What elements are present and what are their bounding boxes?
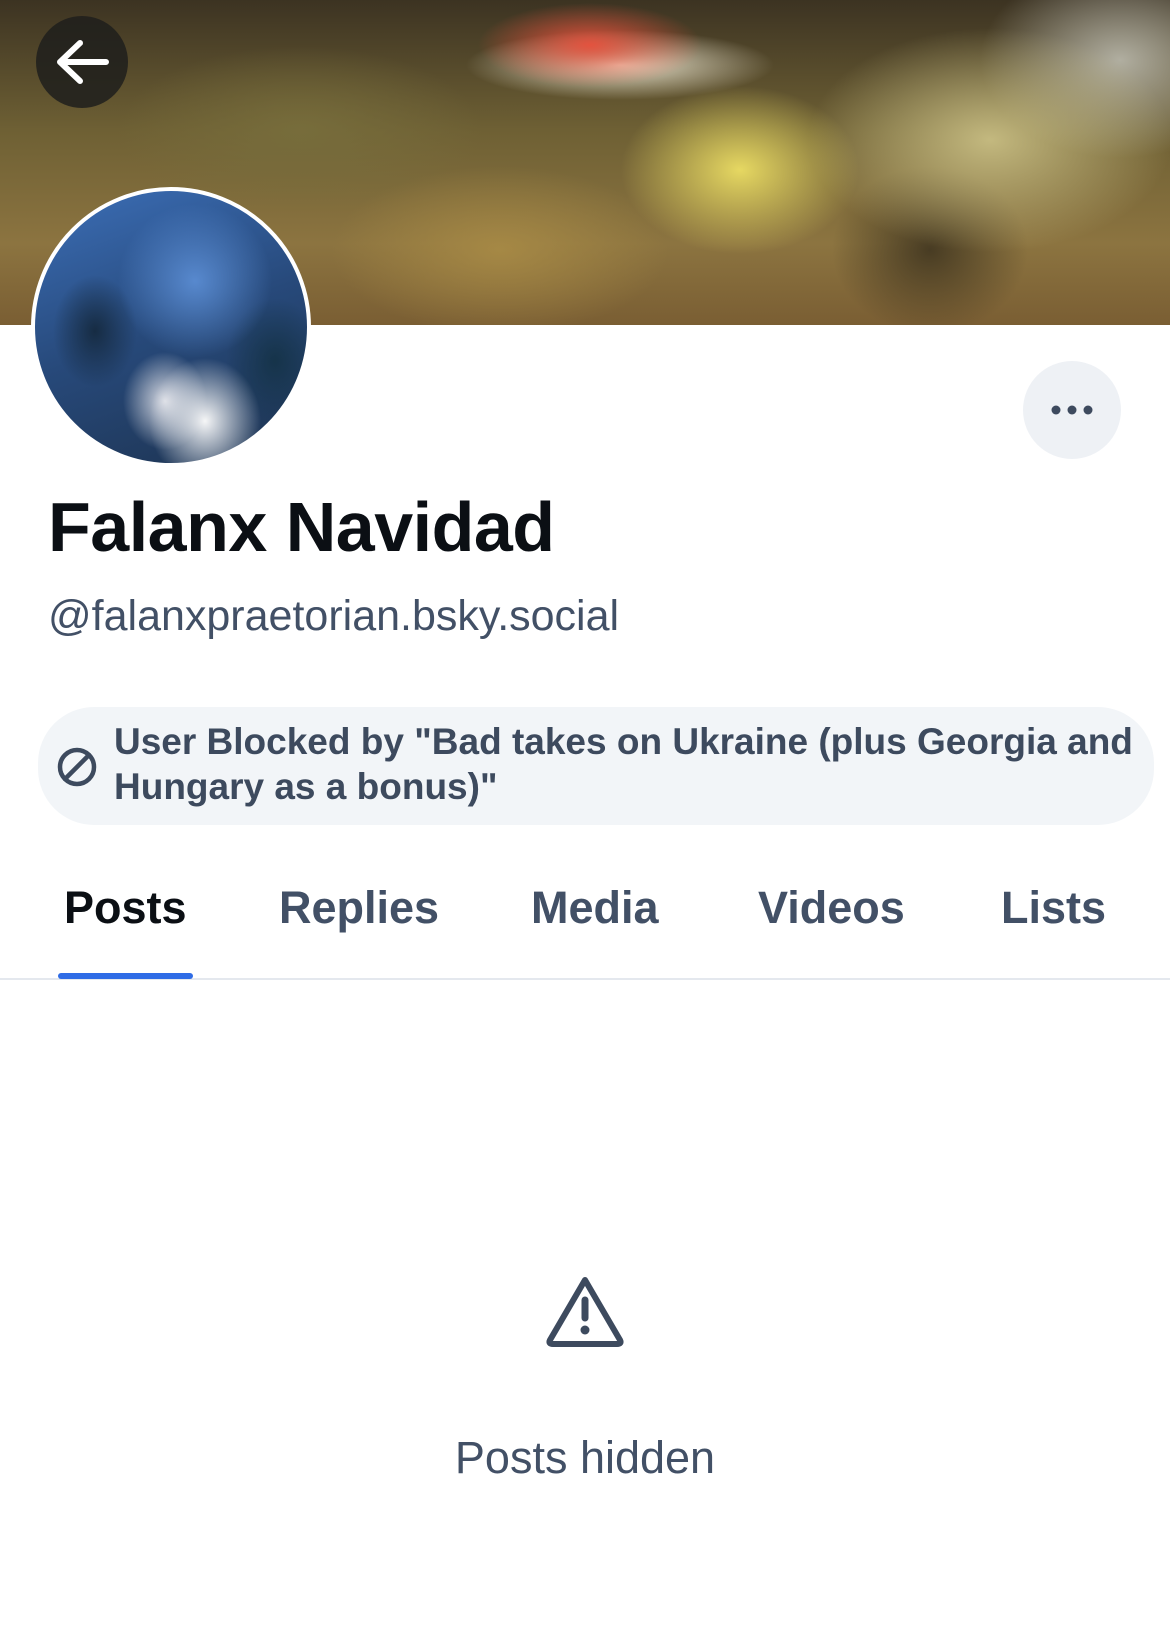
tab-media[interactable]: Media	[531, 882, 659, 934]
block-icon	[57, 747, 97, 787]
back-button[interactable]	[36, 16, 128, 108]
handle: @falanxpraetorian.bsky.social	[48, 592, 620, 640]
more-options-button[interactable]	[1023, 361, 1121, 459]
tab-lists[interactable]: Lists	[1001, 882, 1106, 934]
display-name: Falanx Navidad	[48, 488, 555, 566]
profile-tabs: Posts Replies Media Videos Lists	[0, 860, 1170, 980]
profile-page: Falanx Navidad @falanxpraetorian.bsky.so…	[0, 0, 1170, 1626]
arrow-left-icon	[57, 40, 109, 84]
warning-icon	[546, 1277, 624, 1347]
tab-posts[interactable]: Posts	[64, 882, 187, 934]
moderation-notice[interactable]: User Blocked by "Bad takes on Ukraine (p…	[38, 707, 1154, 825]
tab-replies[interactable]: Replies	[279, 882, 439, 934]
avatar[interactable]	[31, 187, 311, 467]
posts-hidden-message: Posts hidden	[454, 1432, 716, 1483]
ellipsis-icon	[1051, 405, 1093, 415]
moderation-message: User Blocked by "Bad takes on Ukraine (p…	[114, 721, 1133, 807]
tab-videos[interactable]: Videos	[758, 882, 905, 934]
active-tab-indicator	[58, 973, 193, 979]
